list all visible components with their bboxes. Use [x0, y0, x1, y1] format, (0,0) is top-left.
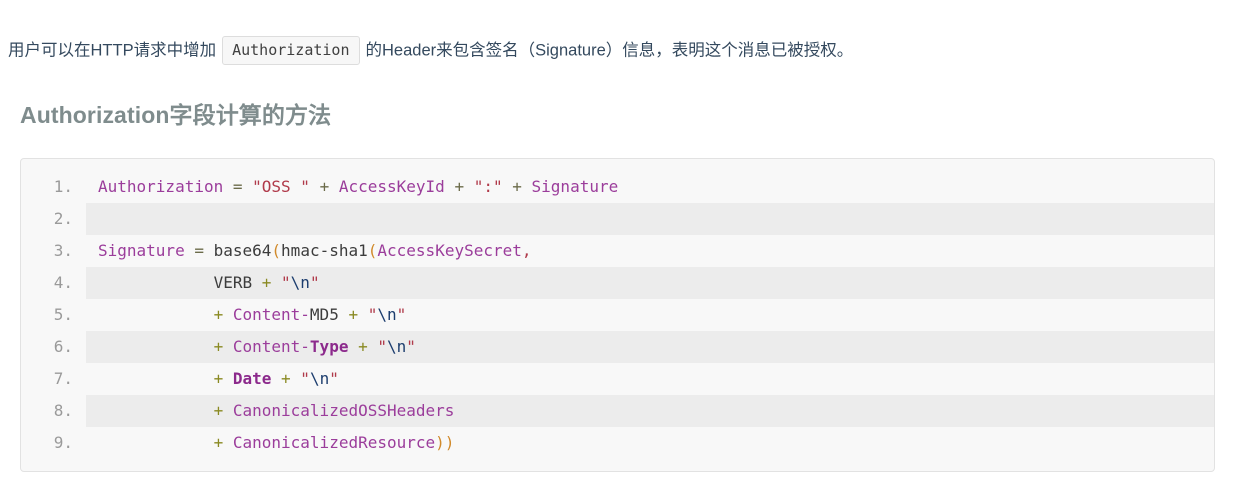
- code-text: + Date + "\n": [86, 363, 339, 395]
- code-token: +: [213, 433, 233, 452]
- code-token: +: [271, 369, 301, 388]
- code-token: +: [309, 177, 339, 196]
- line-number: 5.: [21, 299, 86, 331]
- line-number: 2.: [21, 203, 86, 235]
- code-token: VERB: [213, 273, 253, 292]
- code-token: +: [213, 401, 233, 420]
- code-line: 4. VERB + "\n": [21, 267, 1214, 299]
- code-token: +: [213, 369, 233, 388]
- code-token: =: [223, 177, 253, 196]
- code-token: +: [338, 305, 368, 324]
- line-number: 7.: [21, 363, 86, 395]
- code-token: (: [367, 241, 378, 260]
- code-line: 7. + Date + "\n": [21, 363, 1214, 395]
- code-token: Content-: [232, 337, 310, 356]
- code-token: Signature: [98, 241, 185, 260]
- code-token: Content-: [232, 305, 310, 324]
- code-token: hmac-sha1: [281, 241, 368, 260]
- code-token: "OSS ": [252, 177, 310, 196]
- line-number: 1.: [21, 171, 86, 203]
- code-token: Type: [309, 337, 349, 356]
- code-token: Date: [232, 369, 272, 388]
- line-number: 9.: [21, 427, 86, 459]
- code-line: 8. + CanonicalizedOSSHeaders: [21, 395, 1214, 427]
- line-number: 4.: [21, 267, 86, 299]
- code-token: AccessKeyId: [338, 177, 445, 196]
- code-token: +: [502, 177, 532, 196]
- code-token: ": [406, 337, 416, 356]
- code-token: +: [444, 177, 474, 196]
- code-token: )): [435, 433, 455, 452]
- code-text: + Content-MD5 + "\n": [86, 299, 407, 331]
- code-token: \n: [290, 273, 310, 292]
- code-token: ": [367, 305, 378, 324]
- line-number: 3.: [21, 235, 86, 267]
- code-token: Signature: [531, 177, 619, 196]
- code-block: 1. Authorization = "OSS " + AccessKeyId +…: [20, 158, 1215, 472]
- code-line: 1. Authorization = "OSS " + AccessKeyId +…: [21, 171, 1214, 203]
- code-text: Signature = base64(hmac-sha1(AccessKeySe…: [86, 235, 532, 267]
- code-token: =: [184, 241, 214, 260]
- code-text: + CanonicalizedResource)): [86, 427, 455, 459]
- code-token: ": [309, 273, 320, 292]
- code-line: 2.: [21, 203, 1214, 235]
- document-page: 用户可以在HTTP请求中增加 Authorization 的Header来包含签名（…: [0, 0, 1238, 500]
- code-token: +: [252, 273, 282, 292]
- intro-paragraph: 用户可以在HTTP请求中增加 Authorization 的Header来包含签名（…: [8, 33, 1228, 68]
- inline-code-authorization: Authorization: [222, 35, 360, 65]
- intro-text-before: 用户可以在HTTP请求中增加: [8, 41, 217, 60]
- code-token: \n: [377, 305, 397, 324]
- code-token: ": [377, 337, 387, 356]
- line-number: 8.: [21, 395, 86, 427]
- code-token: +: [348, 337, 378, 356]
- code-lines-container: 1. Authorization = "OSS " + AccessKeyId +…: [21, 171, 1214, 459]
- code-token: ": [329, 369, 339, 388]
- code-token: \n: [309, 369, 330, 388]
- code-text: + Content-Type + "\n": [86, 331, 416, 363]
- code-text: + CanonicalizedOSSHeaders: [86, 395, 455, 427]
- code-token: ": [281, 273, 291, 292]
- code-token: ": [396, 305, 407, 324]
- code-token: CanonicalizedOSSHeaders: [232, 401, 455, 420]
- code-line: 6. + Content-Type + "\n": [21, 331, 1214, 363]
- code-line: 9. + CanonicalizedResource)): [21, 427, 1214, 459]
- code-token: Authorization: [98, 177, 224, 196]
- code-token: +: [213, 305, 233, 324]
- code-token: ": [300, 369, 310, 388]
- code-token: (: [271, 241, 282, 260]
- code-token: ,: [521, 241, 532, 260]
- code-token: CanonicalizedResource: [232, 433, 436, 452]
- page-title: Authorization字段计算的方法: [20, 102, 332, 128]
- code-token: +: [213, 337, 233, 356]
- code-token: \n: [387, 337, 407, 356]
- code-token: base64: [213, 241, 272, 260]
- code-text: Authorization = "OSS " + AccessKeyId + "…: [86, 171, 618, 203]
- code-text: VERB + "\n": [86, 267, 320, 299]
- intro-text-after: 的Header来包含签名（Signature）信息，表明这个消息已被授权。: [365, 41, 854, 60]
- code-token: MD5: [309, 305, 339, 324]
- code-line: 3. Signature = base64(hmac-sha1(AccessKey…: [21, 235, 1214, 267]
- code-line: 5. + Content-MD5 + "\n": [21, 299, 1214, 331]
- line-number: 6.: [21, 331, 86, 363]
- code-token: ":": [473, 177, 503, 196]
- code-token: AccessKeySecret: [377, 241, 522, 260]
